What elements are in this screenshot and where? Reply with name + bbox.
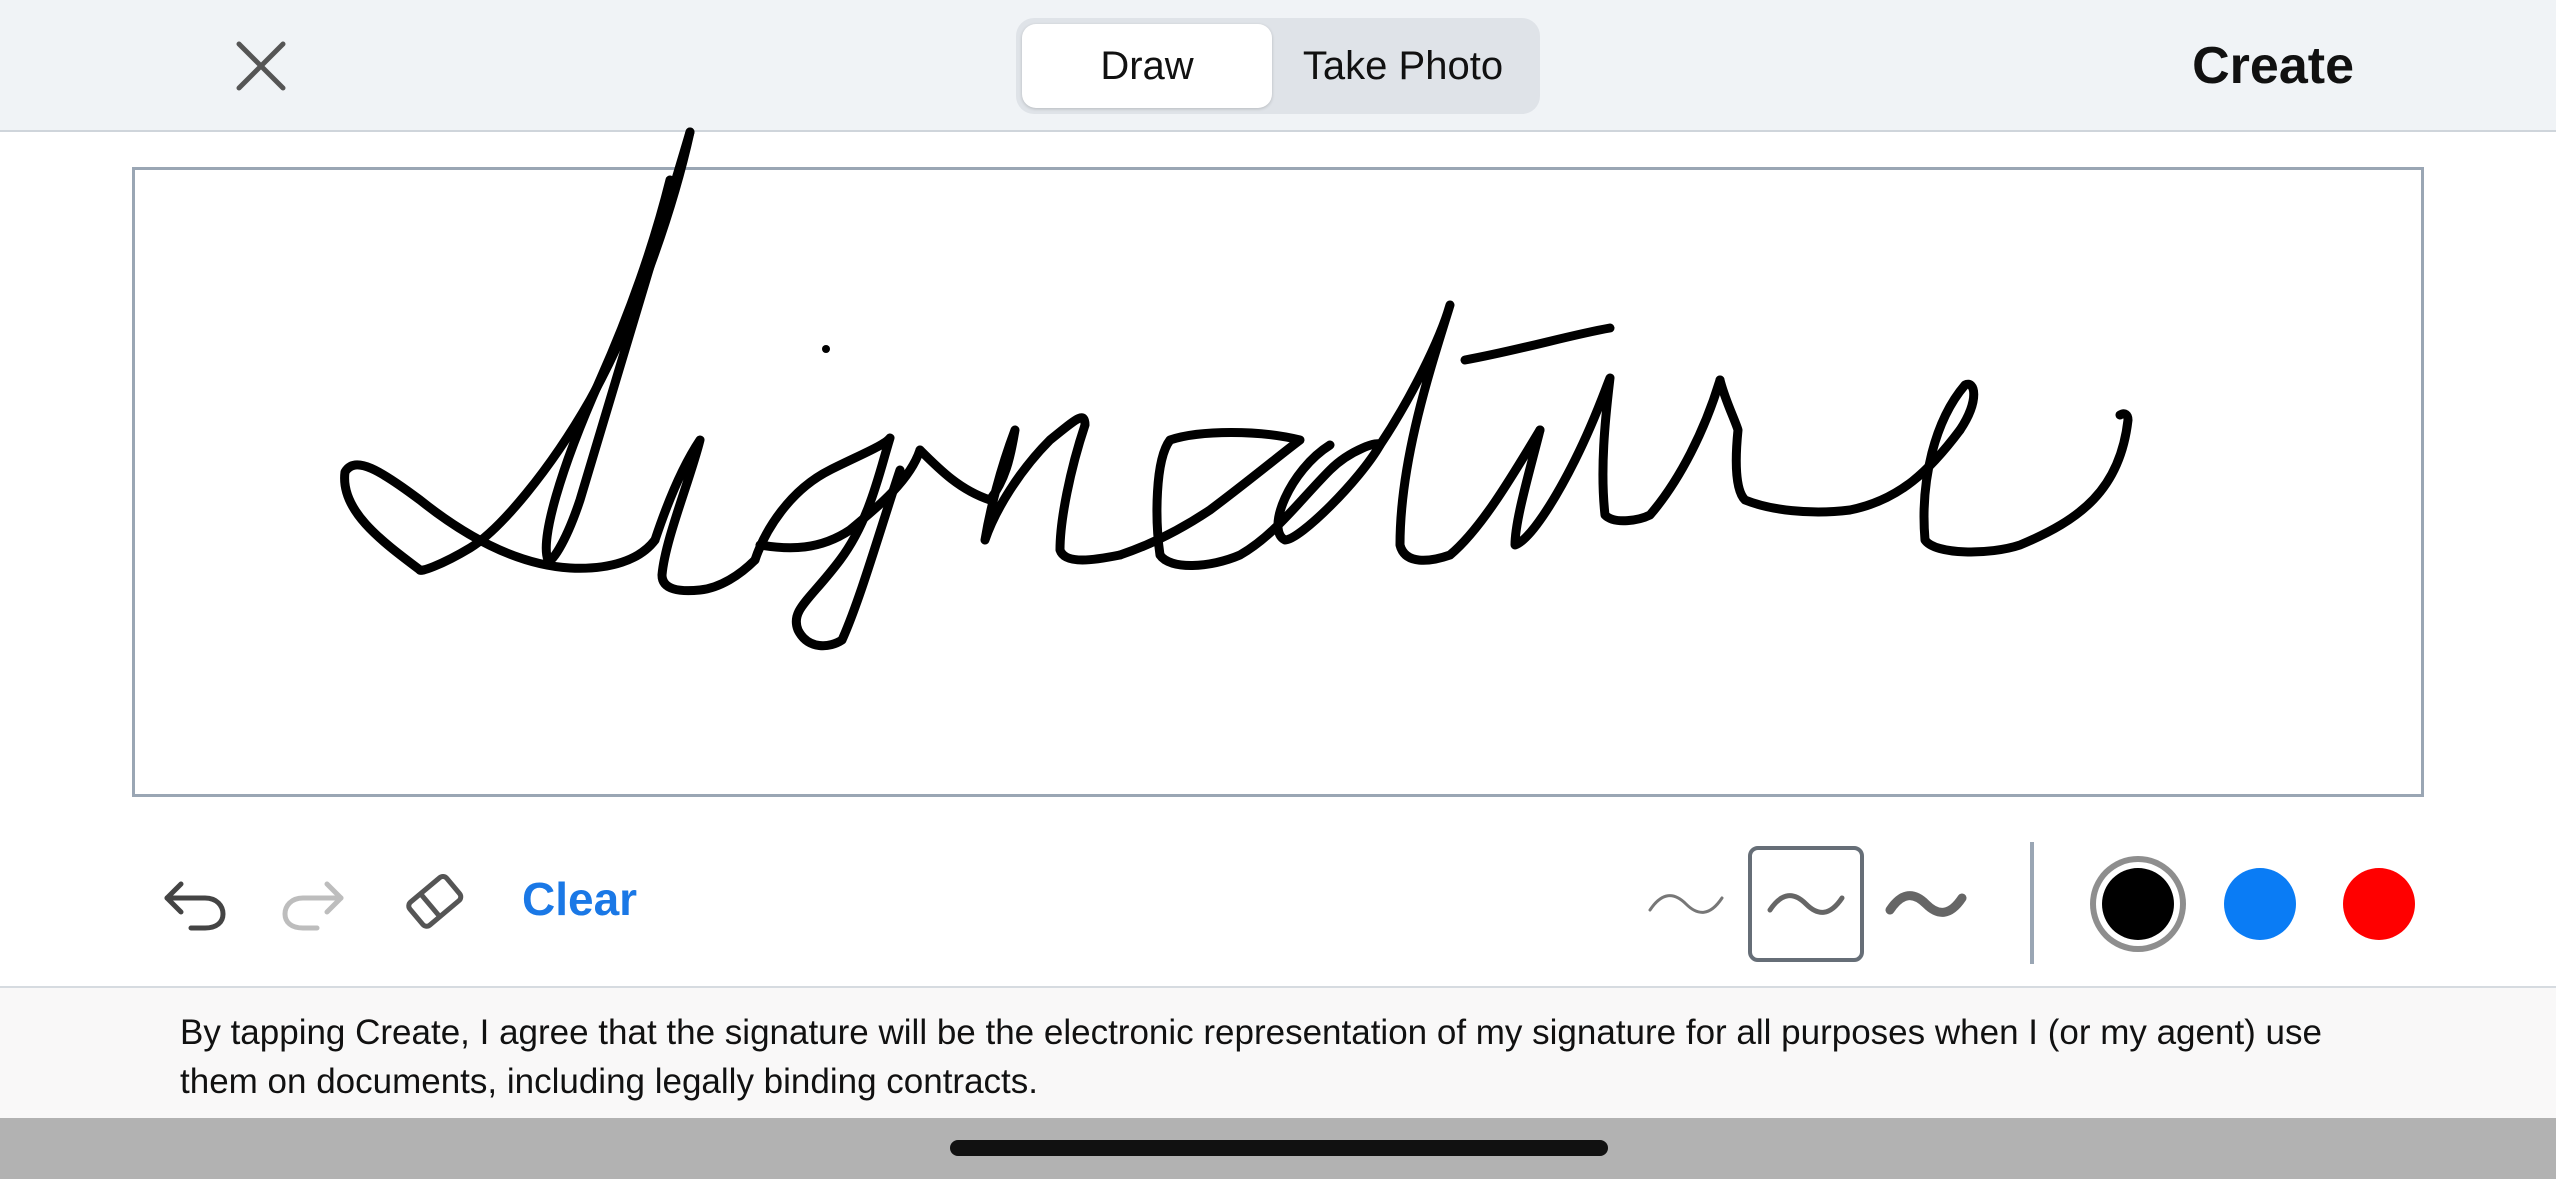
undo-button[interactable]	[156, 866, 232, 942]
disclaimer-text: By tapping Create, I agree that the sign…	[180, 1013, 2322, 1101]
eraser-icon	[406, 873, 464, 929]
thin-stroke-icon	[1648, 894, 1724, 914]
toolbar-divider	[2030, 842, 2034, 964]
stroke-thick-option[interactable]	[1868, 846, 1984, 962]
home-indicator-area	[0, 1118, 2556, 1179]
signature-drawing	[340, 127, 2133, 651]
thick-stroke-icon	[1885, 891, 1967, 917]
stroke-thin-option[interactable]	[1628, 846, 1744, 962]
undo-icon	[164, 881, 226, 931]
redo-button[interactable]	[276, 866, 352, 942]
medium-stroke-icon	[1767, 893, 1845, 915]
redo-icon	[282, 881, 344, 931]
eraser-button[interactable]	[394, 862, 474, 942]
drawing-toolbar: Clear	[0, 830, 2556, 980]
clear-button[interactable]: Clear	[522, 872, 637, 926]
consent-disclaimer: By tapping Create, I agree that the sign…	[0, 986, 2556, 1118]
color-red-swatch[interactable]	[2343, 868, 2415, 940]
color-black-swatch[interactable]	[2102, 868, 2174, 940]
home-indicator[interactable]	[950, 1140, 1608, 1156]
stroke-medium-option[interactable]	[1748, 846, 1864, 962]
color-blue-swatch[interactable]	[2224, 868, 2296, 940]
